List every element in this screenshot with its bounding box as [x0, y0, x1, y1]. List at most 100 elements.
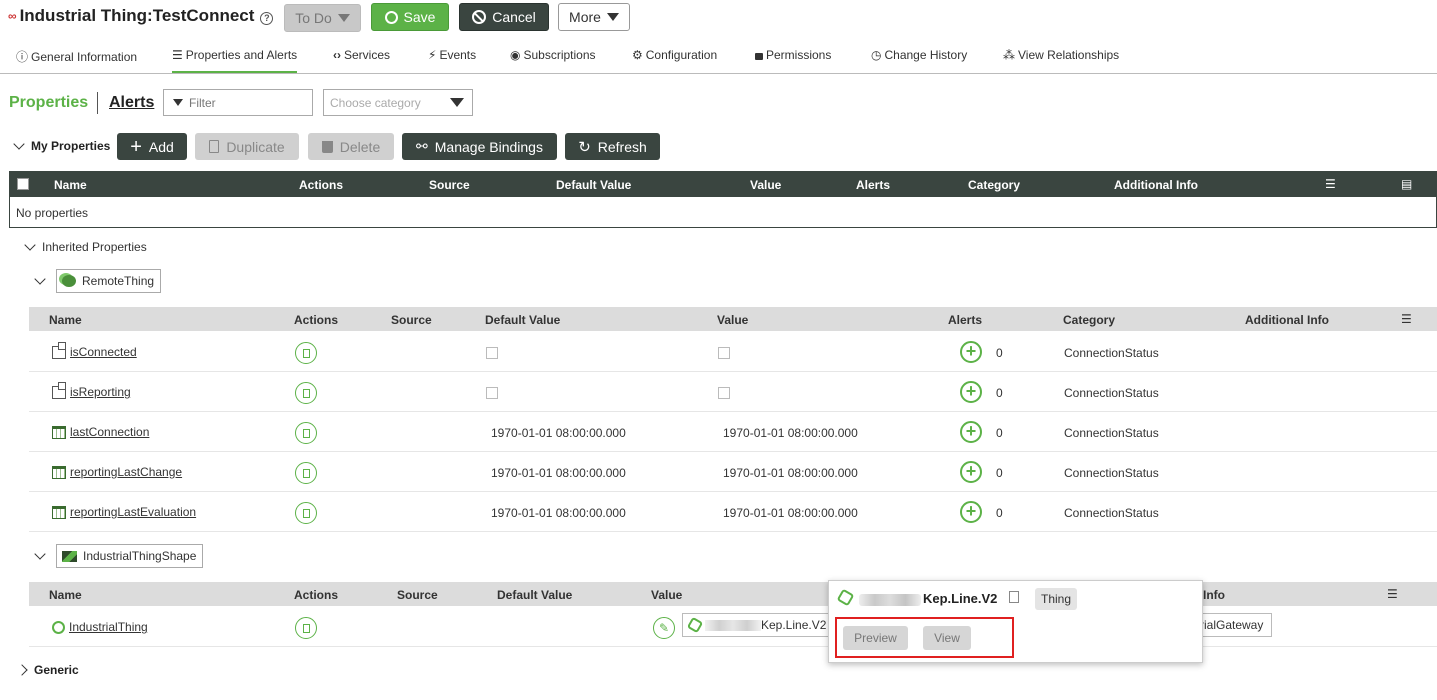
- add-alert-icon[interactable]: +: [960, 461, 982, 483]
- more-button[interactable]: More: [558, 3, 630, 31]
- col-value[interactable]: Value: [717, 313, 748, 327]
- view-button[interactable]: View: [923, 626, 971, 650]
- generic-group-toggle[interactable]: Generic: [16, 663, 79, 677]
- property-link[interactable]: isConnected: [70, 345, 137, 359]
- tab-change-history[interactable]: ◷ Change History: [871, 48, 967, 62]
- column-search-icon[interactable]: ☰: [1325, 177, 1336, 191]
- chevron-down-icon: [13, 138, 25, 150]
- copy-icon: [209, 140, 220, 153]
- col-actions[interactable]: Actions: [294, 588, 338, 602]
- copy-icon[interactable]: [295, 617, 317, 639]
- col-alerts[interactable]: Alerts: [948, 313, 982, 327]
- popup-thing-name: Kep.Line.V2: [923, 591, 998, 606]
- thing-value-field[interactable]: Kep.Line.V2: [682, 613, 830, 637]
- copy-icon[interactable]: [1009, 591, 1019, 603]
- category-placeholder: Choose category: [330, 95, 421, 110]
- inherited-properties-toggle[interactable]: Inherited Properties: [24, 239, 147, 254]
- col-category[interactable]: Category: [968, 178, 1020, 192]
- col-name[interactable]: Name: [49, 313, 82, 327]
- save-button[interactable]: Save: [371, 3, 449, 31]
- col-additional-info[interactable]: Additional Info: [1114, 178, 1198, 192]
- col-name[interactable]: Name: [49, 588, 82, 602]
- chevron-down-icon[interactable]: [34, 548, 46, 560]
- my-properties-body: No properties: [9, 197, 1437, 228]
- col-info[interactable]: Info: [1203, 588, 1225, 602]
- property-name-cell: isReporting: [52, 381, 131, 399]
- duplicate-button[interactable]: Duplicate: [195, 133, 299, 160]
- chevron-down-icon: [24, 239, 36, 251]
- tab-events[interactable]: ⚡ Events: [428, 48, 476, 62]
- col-source[interactable]: Source: [397, 588, 438, 602]
- property-link[interactable]: reportingLastChange: [70, 465, 182, 479]
- delete-button[interactable]: Delete: [308, 133, 394, 160]
- filter-placeholder: Filter: [189, 95, 216, 110]
- boolean-type-icon: [52, 381, 66, 399]
- col-default-value[interactable]: Default Value: [485, 313, 560, 327]
- col-name[interactable]: Name: [54, 178, 87, 192]
- alerts-link[interactable]: Alerts: [109, 94, 154, 112]
- cancel-button[interactable]: Cancel: [459, 3, 549, 31]
- edit-icon[interactable]: ✎: [653, 617, 675, 639]
- col-actions[interactable]: Actions: [294, 313, 338, 327]
- table-row: reportingLastChange 1970-01-01 08:00:00.…: [29, 452, 1437, 492]
- copy-icon[interactable]: [295, 342, 317, 364]
- filter-input[interactable]: Filter: [163, 89, 313, 116]
- category-cell: ConnectionStatus: [1064, 426, 1159, 440]
- todo-button[interactable]: To Do: [284, 4, 361, 32]
- add-alert-icon[interactable]: +: [960, 421, 982, 443]
- category-select[interactable]: Choose category: [323, 89, 473, 116]
- properties-link[interactable]: Properties: [9, 94, 88, 112]
- refresh-button[interactable]: ↻ Refresh: [565, 133, 660, 160]
- tab-permissions[interactable]: Permissions: [755, 48, 831, 62]
- property-link[interactable]: isReporting: [70, 385, 131, 399]
- info-value-field[interactable]: rialGateway: [1195, 613, 1272, 637]
- default-value-checkbox: [486, 347, 498, 359]
- my-properties-toggle[interactable]: My Properties: [13, 138, 110, 153]
- col-value[interactable]: Value: [750, 178, 781, 192]
- industrialthingshape-chip[interactable]: IndustrialThingShape: [56, 544, 204, 568]
- link-icon: ⚯: [416, 138, 428, 154]
- col-source[interactable]: Source: [429, 178, 470, 192]
- column-search-icon[interactable]: ☰: [1387, 587, 1398, 601]
- add-button[interactable]: + Add: [117, 133, 187, 160]
- tab-configuration[interactable]: ⚙ Configuration: [632, 48, 717, 62]
- cancel-label: Cancel: [492, 9, 536, 25]
- tab-services[interactable]: ‹› Services: [333, 48, 390, 62]
- column-search-icon[interactable]: ☰: [1401, 312, 1412, 326]
- property-link[interactable]: IndustrialThing: [69, 620, 148, 634]
- copy-icon[interactable]: [295, 502, 317, 524]
- property-link[interactable]: reportingLastEvaluation: [70, 505, 196, 519]
- calendar-icon: [52, 425, 66, 439]
- column-settings-icon[interactable]: ▤: [1401, 177, 1412, 191]
- copy-icon[interactable]: [295, 422, 317, 444]
- preview-button[interactable]: Preview: [843, 626, 908, 650]
- copy-icon[interactable]: [295, 462, 317, 484]
- col-actions[interactable]: Actions: [299, 178, 343, 192]
- col-default-value[interactable]: Default Value: [497, 588, 572, 602]
- network-icon: ⁂: [1003, 48, 1015, 62]
- col-alerts[interactable]: Alerts: [856, 178, 890, 192]
- lightning-icon: ⚡: [428, 48, 437, 62]
- copy-icon[interactable]: [295, 382, 317, 404]
- col-value[interactable]: Value: [651, 588, 682, 602]
- col-default-value[interactable]: Default Value: [556, 178, 631, 192]
- category-cell: ConnectionStatus: [1064, 466, 1159, 480]
- tab-properties-and-alerts[interactable]: ☰ Properties and Alerts: [172, 48, 298, 73]
- help-icon[interactable]: ?: [260, 11, 274, 25]
- property-link[interactable]: lastConnection: [70, 425, 149, 439]
- col-additional-info[interactable]: Additional Info: [1245, 313, 1329, 327]
- add-alert-icon[interactable]: +: [960, 501, 982, 523]
- tab-subscriptions[interactable]: ◉ Subscriptions: [510, 48, 596, 62]
- manage-bindings-button[interactable]: ⚯ Manage Bindings: [402, 133, 557, 160]
- add-alert-icon[interactable]: +: [960, 381, 982, 403]
- select-all-checkbox[interactable]: [17, 178, 29, 190]
- chevron-down-icon[interactable]: [34, 273, 46, 285]
- remotething-chip[interactable]: RemoteThing: [56, 269, 162, 293]
- preview-label: Preview: [854, 631, 897, 645]
- tab-view-relationships[interactable]: ⁂ View Relationships: [1003, 48, 1119, 62]
- refresh-icon: ↻: [578, 138, 591, 156]
- col-source[interactable]: Source: [391, 313, 432, 327]
- tab-general-information[interactable]: ⓘ General Information: [16, 48, 137, 65]
- add-alert-icon[interactable]: +: [960, 341, 982, 363]
- col-category[interactable]: Category: [1063, 313, 1115, 327]
